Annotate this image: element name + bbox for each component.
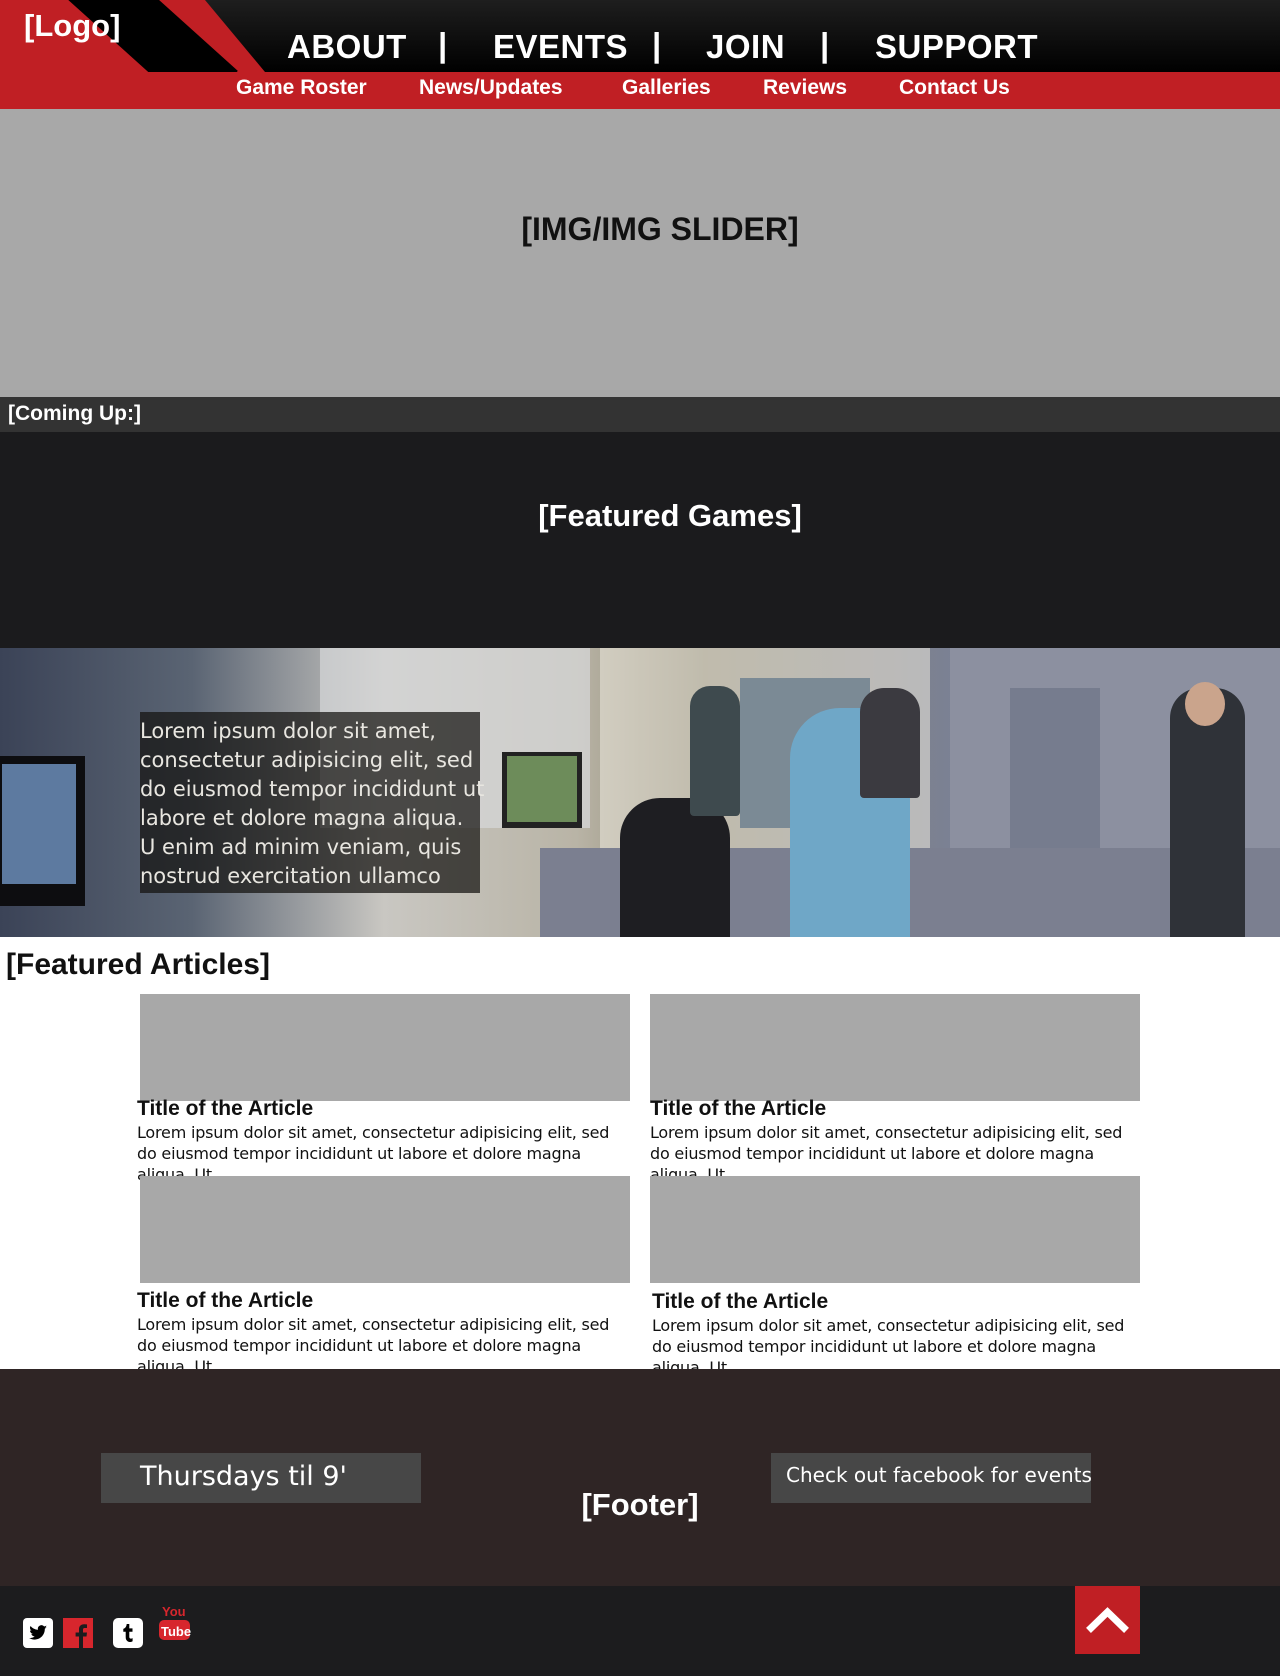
site-header: [Logo] ABOUT | EVENTS | JOIN | SUPPORT G… <box>0 0 1280 109</box>
article-image[interactable] <box>140 994 630 1101</box>
featured-articles-heading: [Featured Articles] <box>6 948 270 981</box>
nav-separator: | <box>820 26 830 63</box>
article-image[interactable] <box>140 1176 630 1283</box>
twitter-icon[interactable] <box>23 1618 53 1648</box>
nav-separator: | <box>652 26 662 63</box>
subnav-news-updates[interactable]: News/Updates <box>419 76 563 100</box>
article-title[interactable]: Title of the Article <box>650 1097 826 1121</box>
subnav-contact-us[interactable]: Contact Us <box>899 76 1010 100</box>
youtube-text-top: You <box>162 1604 186 1619</box>
nav-join[interactable]: JOIN <box>706 28 785 66</box>
person-shape <box>690 686 740 816</box>
article-image[interactable] <box>650 994 1140 1101</box>
site-footer: Thursdays til 9' [Footer] Check out face… <box>0 1369 1280 1586</box>
coming-up-label: [Coming Up:] <box>8 402 141 425</box>
person-shape <box>860 688 920 798</box>
bottom-bar: You Tube <box>0 1586 1280 1676</box>
back-to-top-button[interactable] <box>1075 1586 1140 1654</box>
chevron-up-icon <box>1086 1607 1129 1633</box>
article-image[interactable] <box>650 1176 1140 1283</box>
subnav-galleries[interactable]: Galleries <box>622 76 711 100</box>
hero-photo: Lorem ipsum dolor sit amet, consectetur … <box>0 648 1280 937</box>
person-shape <box>620 798 730 937</box>
slider-label: [IMG/IMG SLIDER] <box>521 211 799 247</box>
coming-up-bar: [Coming Up:] <box>0 397 1280 432</box>
subnav-game-roster[interactable]: Game Roster <box>236 76 367 100</box>
subnav-reviews[interactable]: Reviews <box>763 76 847 100</box>
nav-about[interactable]: ABOUT <box>287 28 407 66</box>
featured-games-label: [Featured Games] <box>538 498 802 533</box>
person-head <box>1185 682 1225 726</box>
nav-support[interactable]: SUPPORT <box>875 28 1038 66</box>
youtube-icon[interactable]: You Tube <box>159 1602 191 1642</box>
door-shape <box>1010 688 1100 858</box>
article-title[interactable]: Title of the Article <box>652 1290 828 1314</box>
image-slider[interactable]: [IMG/IMG SLIDER] <box>0 109 1280 397</box>
article-body: Lorem ipsum dolor sit amet, consectetur … <box>137 1315 610 1376</box>
facebook-icon[interactable] <box>63 1618 93 1648</box>
article-title[interactable]: Title of the Article <box>137 1289 313 1313</box>
youtube-text-bottom: Tube <box>161 1624 191 1639</box>
tumblr-icon[interactable] <box>113 1618 143 1648</box>
monitor-screen <box>507 756 577 822</box>
featured-games-section: [Featured Games] <box>0 432 1280 648</box>
nav-events[interactable]: EVENTS <box>493 28 628 66</box>
facebook-events-text[interactable]: Check out facebook for events <box>786 1463 1092 1487</box>
nav-separator: | <box>438 26 448 63</box>
photo-caption-text: Lorem ipsum dolor sit amet, consectetur … <box>140 719 485 888</box>
article-title[interactable]: Title of the Article <box>137 1097 313 1121</box>
logo[interactable]: [Logo] <box>24 8 120 44</box>
monitor-screen <box>2 764 76 884</box>
